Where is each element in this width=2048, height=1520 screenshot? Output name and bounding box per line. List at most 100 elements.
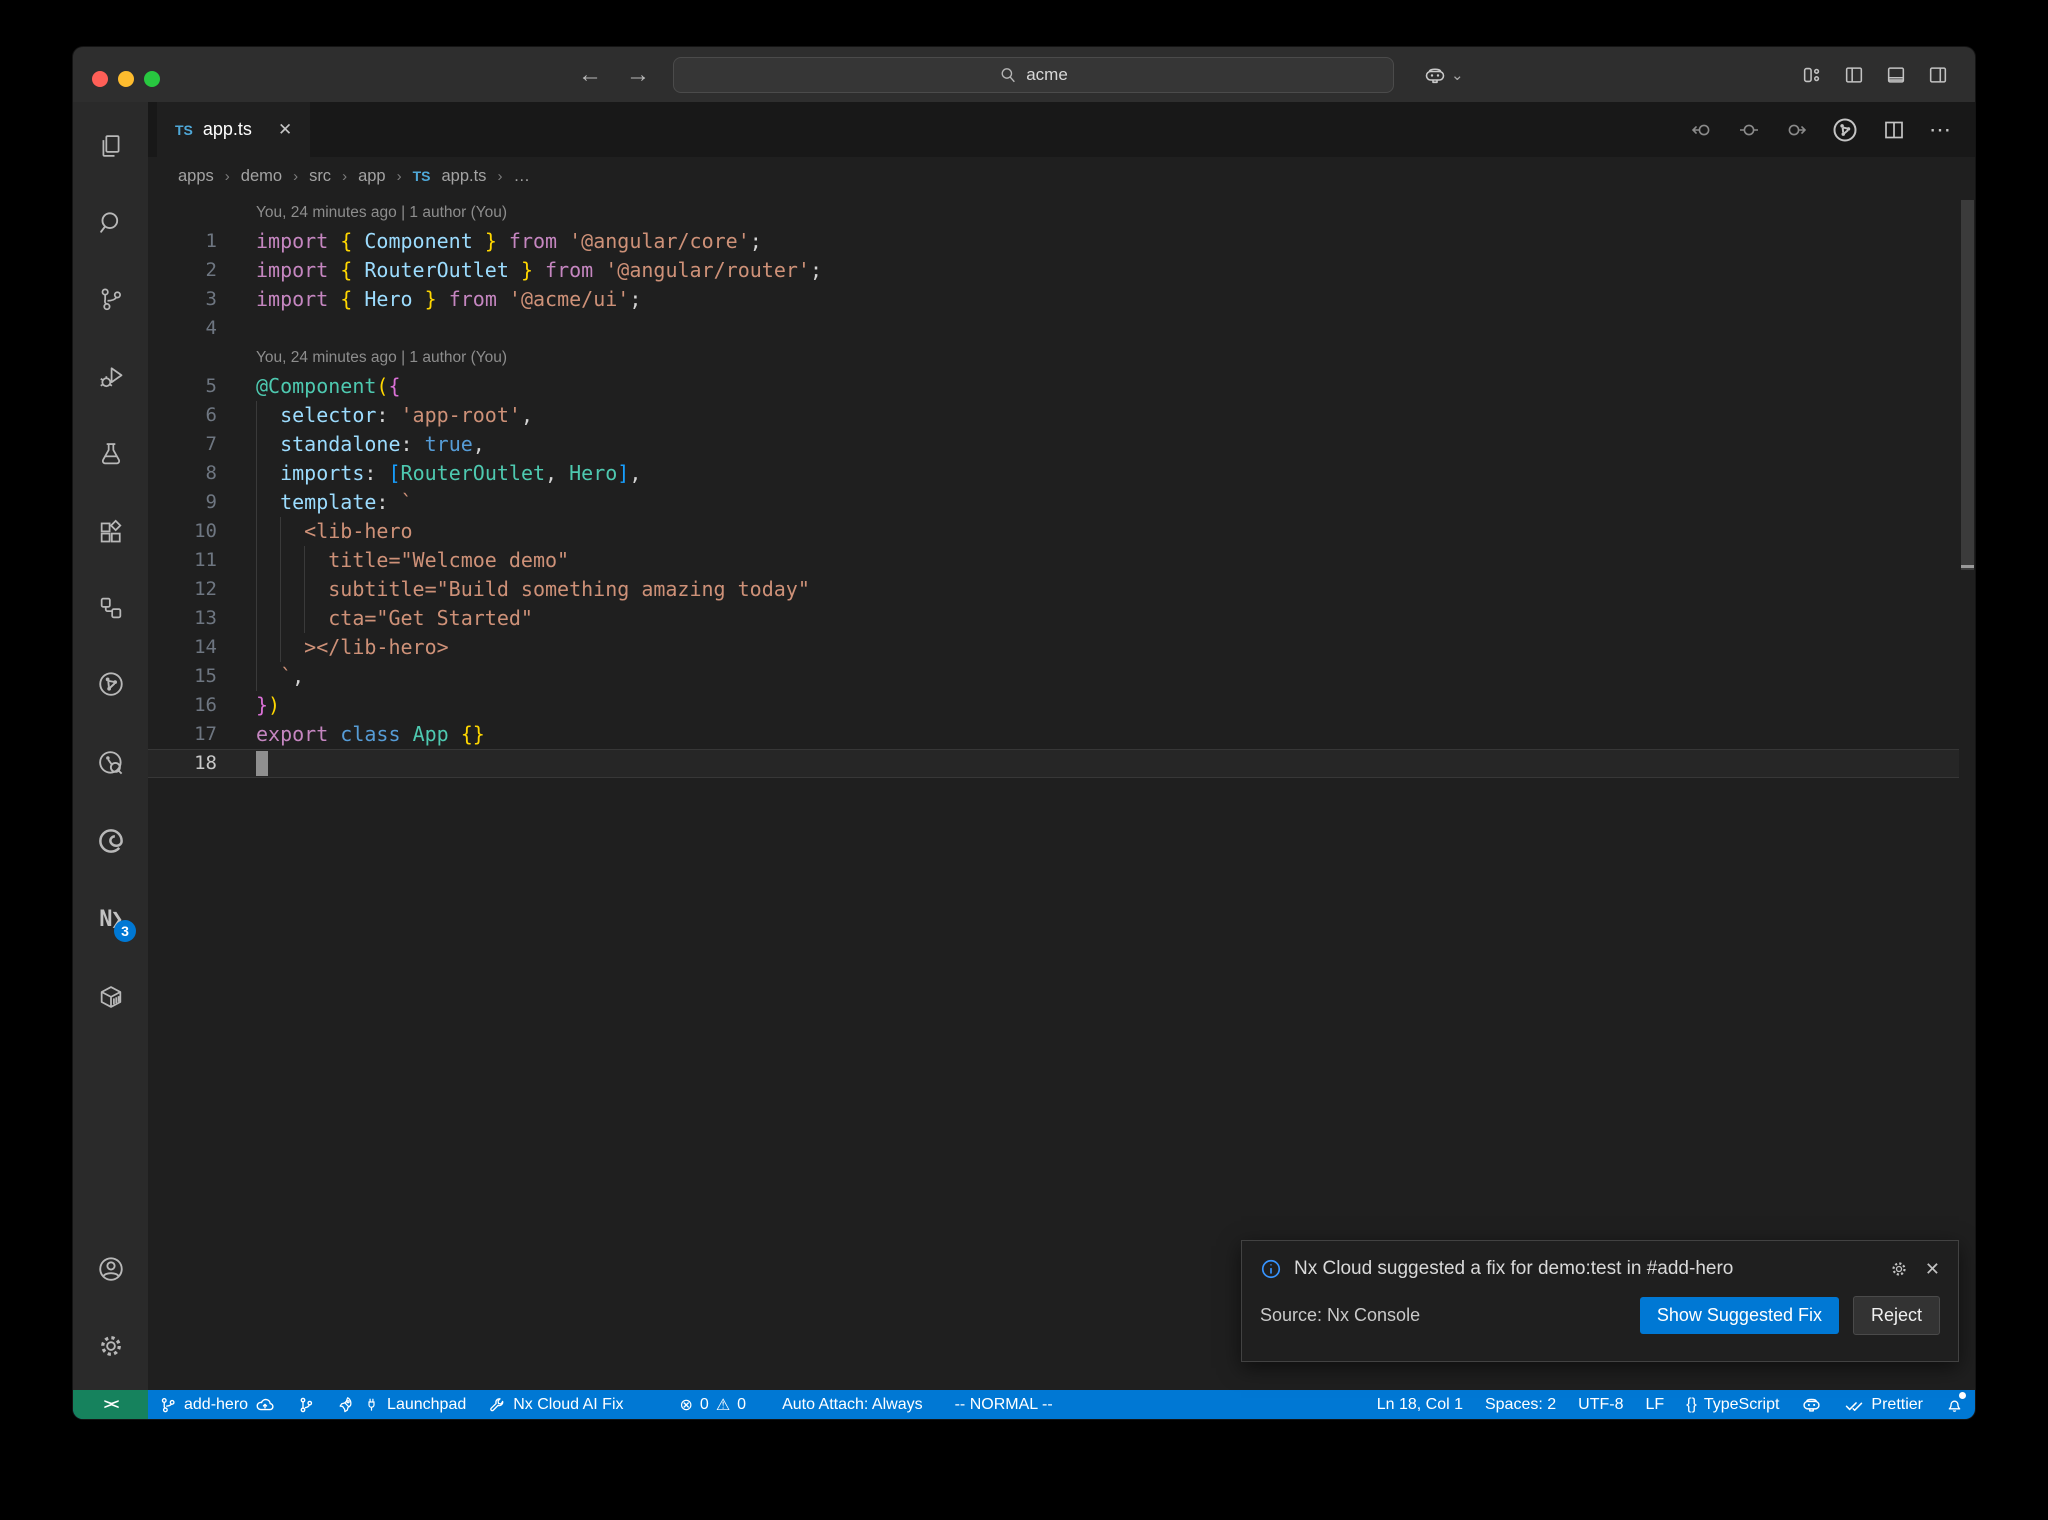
launchpad-item[interactable]: Launchpad [326, 1390, 477, 1419]
search-view-icon[interactable] [73, 204, 148, 242]
accounts-icon[interactable] [73, 1250, 148, 1288]
container-tools-icon[interactable] [73, 978, 148, 1016]
typescript-file-icon: TS [412, 168, 431, 184]
nx-graph-action-icon[interactable] [1831, 116, 1859, 144]
activity-bar: N❯ 3 [73, 102, 148, 1390]
close-tab-icon[interactable]: ✕ [278, 120, 292, 140]
code-line[interactable]: 5 @Component({ [148, 372, 1959, 401]
code-line[interactable]: 8 imports: [RouterOutlet, Hero], [148, 459, 1959, 488]
git-graph-item[interactable] [286, 1390, 326, 1419]
typescript-file-icon: TS [175, 121, 193, 138]
settings-gear-icon[interactable] [73, 1327, 148, 1365]
code-line[interactable]: 4 [148, 314, 1959, 343]
notification-title: Nx Cloud suggested a fix for demo:test i… [1294, 1258, 1734, 1279]
code-text: selector: 'app-root', [280, 403, 533, 427]
next-change-icon[interactable] [1784, 118, 1808, 142]
source-control-icon[interactable] [73, 280, 148, 318]
line-number: 17 [194, 723, 217, 745]
nx-cloud-fix-item[interactable]: Nx Cloud AI Fix [477, 1390, 634, 1419]
remote-indicator[interactable]: >< [73, 1390, 148, 1419]
notification-close-icon[interactable]: ✕ [1925, 1259, 1940, 1280]
breadcrumb-separator: › [396, 167, 402, 185]
zoom-window-button[interactable] [144, 71, 160, 87]
blame-annotation[interactable]: You, 24 minutes ago | 1 author (You) [256, 343, 507, 372]
run-debug-icon[interactable] [73, 358, 148, 396]
indentation-item[interactable]: Spaces: 2 [1474, 1390, 1567, 1419]
current-change-icon[interactable] [1737, 118, 1761, 142]
auto-attach-item[interactable]: Auto Attach: Always [771, 1390, 934, 1419]
cursor-position-item[interactable]: Ln 18, Col 1 [1366, 1390, 1474, 1419]
code-line[interactable]: 13 cta="Get Started" [148, 604, 1959, 633]
code-line[interactable]: 17 export class App {} [148, 720, 1959, 749]
vim-mode-item[interactable]: -- NORMAL -- [944, 1390, 1064, 1419]
code-line[interactable]: 12 subtitle="Build something amazing tod… [148, 575, 1959, 604]
minimize-window-button[interactable] [118, 71, 134, 87]
show-suggested-fix-button[interactable]: Show Suggested Fix [1639, 1297, 1839, 1334]
code-area: You, 24 minutes ago | 1 author (You) 1 imp… [148, 195, 1959, 1390]
breadcrumb-item[interactable]: demo [241, 167, 282, 186]
copilot-status-item[interactable] [1790, 1390, 1833, 1419]
code-text: template: ` [280, 490, 413, 514]
code-line[interactable]: 15 `, [148, 662, 1959, 691]
double-check-icon [1844, 1395, 1864, 1415]
history-forward-button[interactable]: → [626, 61, 650, 89]
breadcrumb-item[interactable]: … [513, 167, 530, 186]
vscode-window: ← → acme ⌄ N❯ 3 TS app.ts ✕ ⋯ apps › dem… [73, 47, 1975, 1419]
reject-button[interactable]: Reject [1852, 1296, 1940, 1335]
split-editor-icon[interactable] [1882, 118, 1906, 142]
previous-change-icon[interactable] [1690, 118, 1714, 142]
code-line[interactable]: 14 ></lib-hero> [148, 633, 1959, 662]
notification-settings-gear-icon[interactable] [1889, 1259, 1909, 1279]
blame-annotation[interactable]: You, 24 minutes ago | 1 author (You) [256, 198, 507, 227]
tab-app-ts[interactable]: TS app.ts ✕ [157, 102, 311, 157]
scrollbar[interactable] [1961, 200, 1974, 570]
notifications-bell-item[interactable] [1934, 1390, 1975, 1419]
line-number: 9 [205, 491, 217, 513]
formatter-item[interactable]: Prettier [1833, 1390, 1934, 1419]
command-center-search[interactable]: acme [673, 57, 1394, 93]
wrench-icon [488, 1396, 506, 1414]
toggle-secondary-sidebar-icon[interactable] [1927, 64, 1949, 86]
breadcrumb-separator: › [224, 167, 230, 185]
line-number: 1 [205, 230, 217, 252]
extensions-icon[interactable] [73, 514, 148, 552]
code-line[interactable]: 3 import { Hero } from '@acme/ui'; [148, 285, 1959, 314]
testing-icon[interactable] [73, 435, 148, 473]
close-window-button[interactable] [92, 71, 108, 87]
edge-browser-icon[interactable] [73, 822, 148, 860]
code-line[interactable]: 9 template: ` [148, 488, 1959, 517]
project-nodes-icon[interactable] [73, 589, 148, 627]
code-line[interactable]: 18 [148, 749, 1959, 778]
git-branch-item[interactable]: add-hero [148, 1390, 286, 1419]
code-line[interactable]: 7 standalone: true, [148, 430, 1959, 459]
breadcrumb-item[interactable]: apps [178, 167, 214, 186]
problems-item[interactable]: ⊗ 0 ⚠ 0 [669, 1390, 758, 1419]
more-actions-icon[interactable]: ⋯ [1929, 117, 1953, 143]
nx-cloud-fix-label: Nx Cloud AI Fix [513, 1395, 624, 1413]
explorer-icon[interactable] [73, 127, 148, 165]
breadcrumb[interactable]: apps › demo › src › app › TS app.ts ›… [148, 157, 1975, 195]
customize-layout-icon[interactable] [1801, 64, 1823, 86]
code-line[interactable]: 16}) [148, 691, 1959, 720]
nx-graph-icon[interactable] [73, 665, 148, 703]
warning-count: 0 [737, 1395, 747, 1413]
nx-console-icon[interactable]: N❯ 3 [73, 900, 148, 942]
code-line[interactable]: 2 import { RouterOutlet } from '@angular/… [148, 256, 1959, 285]
toggle-panel-icon[interactable] [1885, 64, 1907, 86]
copilot-menu[interactable]: ⌄ [1423, 47, 1464, 102]
eol-item[interactable]: LF [1634, 1390, 1675, 1419]
nx-project-details-icon[interactable] [73, 744, 148, 782]
history-back-button[interactable]: ← [578, 61, 602, 89]
breadcrumb-item[interactable]: app [358, 167, 386, 186]
language-mode-item[interactable]: {} TypeScript [1675, 1390, 1790, 1419]
encoding-item[interactable]: UTF-8 [1567, 1390, 1634, 1419]
code-line[interactable]: 11 title="Welcmoe demo" [148, 546, 1959, 575]
code-line[interactable]: 10 <lib-hero [148, 517, 1959, 546]
toggle-primary-sidebar-icon[interactable] [1843, 64, 1865, 86]
code-line[interactable]: 6 selector: 'app-root', [148, 401, 1959, 430]
code-text: @Component({ [256, 374, 401, 398]
breadcrumb-item[interactable]: src [309, 167, 331, 186]
code-line[interactable]: 1 import { Component } from '@angular/cor… [148, 227, 1959, 256]
breadcrumb-item[interactable]: app.ts [441, 167, 486, 186]
line-number: 12 [194, 578, 217, 600]
